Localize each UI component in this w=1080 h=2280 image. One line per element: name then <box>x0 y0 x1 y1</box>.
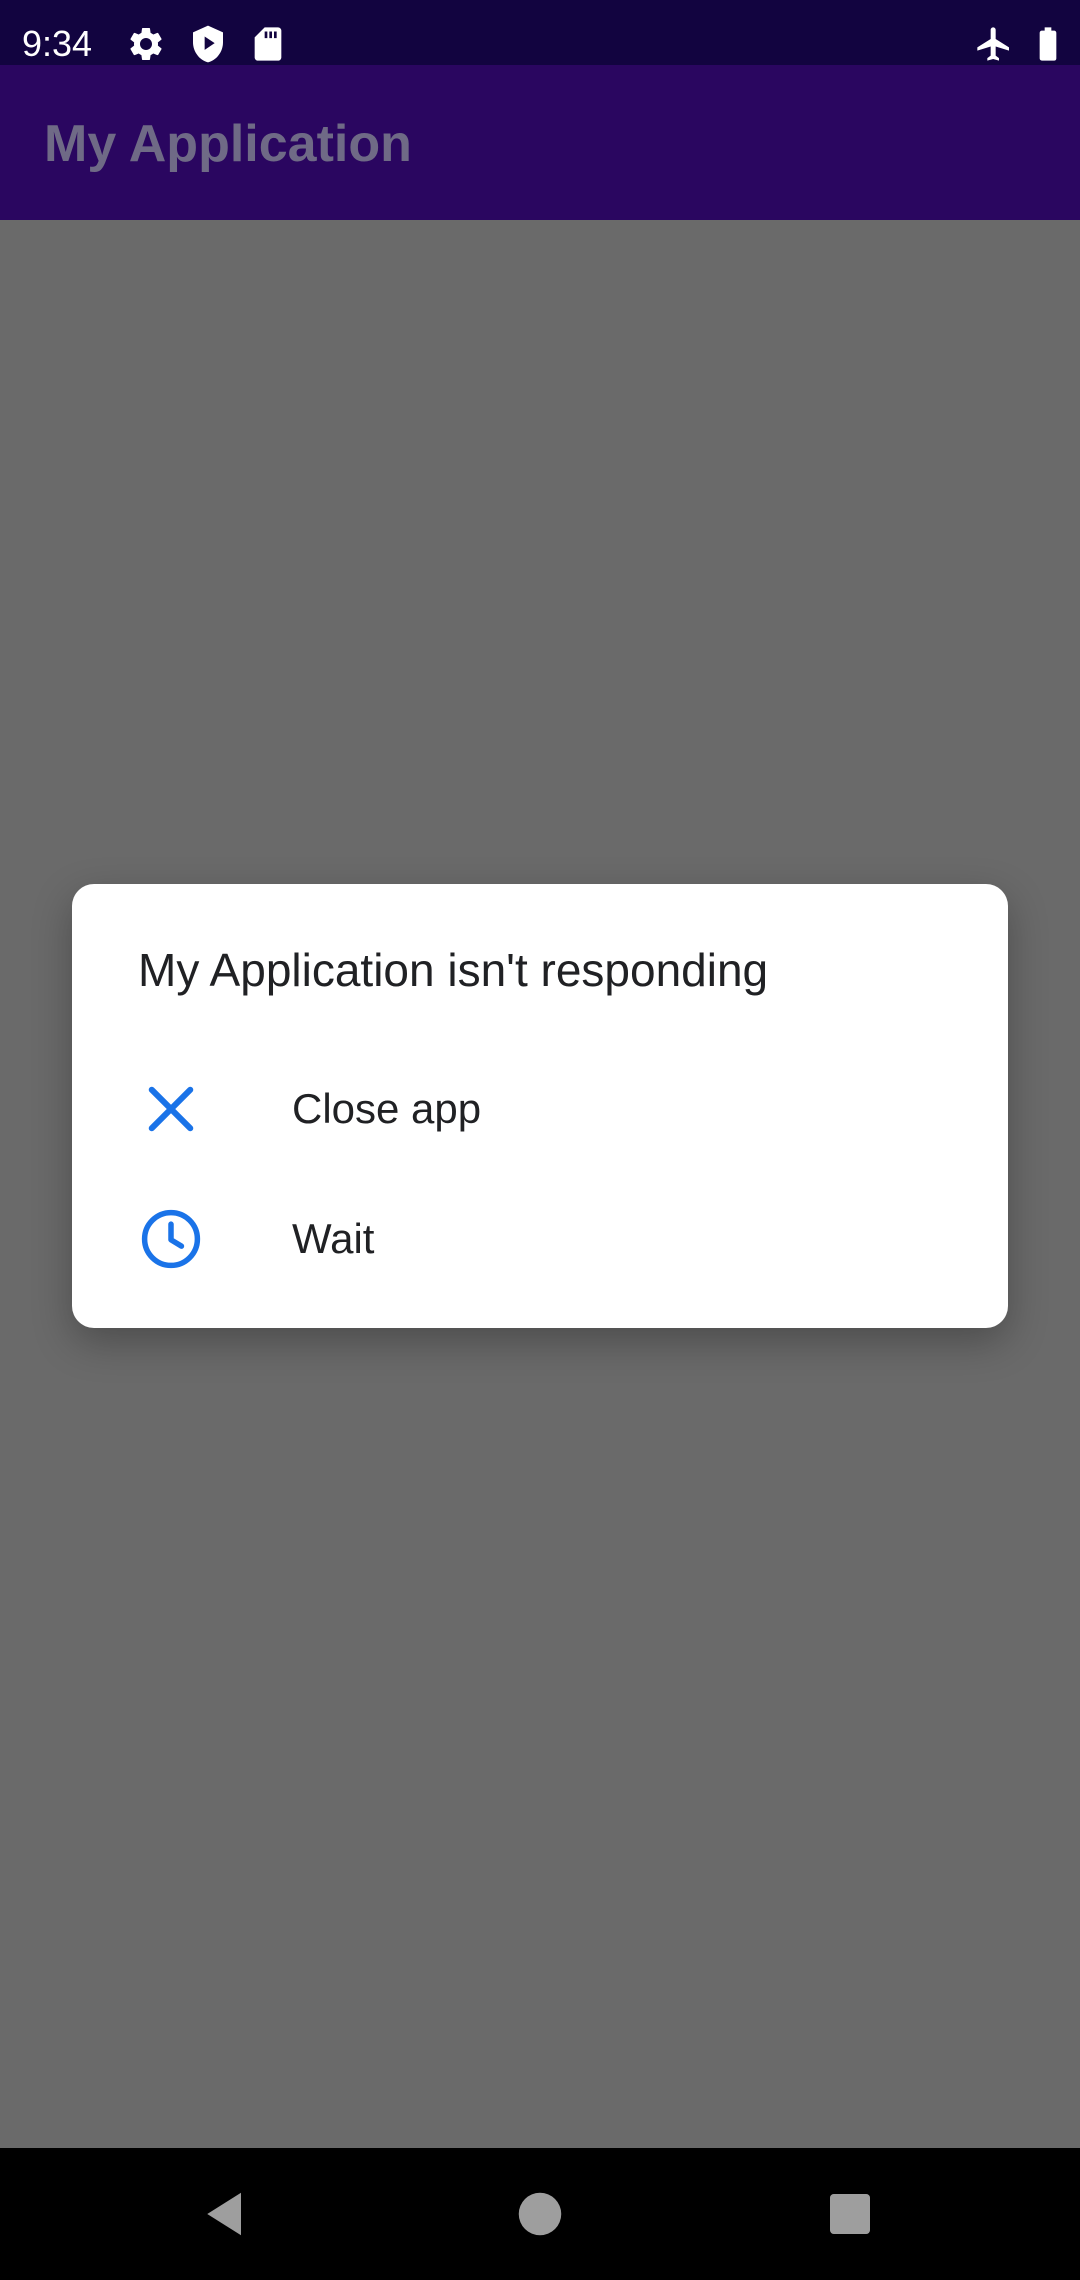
wait-label: Wait <box>292 1215 375 1262</box>
dialog-title: My Application isn't responding <box>138 944 769 996</box>
status-time: 9:34 <box>22 23 93 64</box>
app-bar: My Application <box>0 65 1080 220</box>
app-title: My Application <box>44 115 412 173</box>
close-app-button[interactable]: Close app <box>72 1044 1008 1174</box>
battery-icon <box>1028 24 1068 64</box>
screen: 9:34 My Application My Application isn't… <box>0 0 1080 2280</box>
settings-gear-icon <box>126 24 166 64</box>
back-icon[interactable] <box>196 2184 256 2244</box>
recents-icon[interactable] <box>820 2184 880 2244</box>
close-icon <box>138 1076 204 1142</box>
sd-card-icon <box>248 24 288 64</box>
status-bar: 9:34 <box>0 0 1080 65</box>
wait-button[interactable]: Wait <box>72 1174 1008 1304</box>
play-protect-shield-icon <box>188 24 228 64</box>
clock-icon <box>138 1206 204 1272</box>
home-icon[interactable] <box>510 2184 570 2244</box>
close-app-label: Close app <box>292 1085 482 1132</box>
navigation-bar <box>0 2148 1080 2280</box>
airplane-mode-icon <box>974 24 1014 64</box>
app-not-responding-dialog: My Application isn't responding Close ap… <box>72 884 1008 1328</box>
